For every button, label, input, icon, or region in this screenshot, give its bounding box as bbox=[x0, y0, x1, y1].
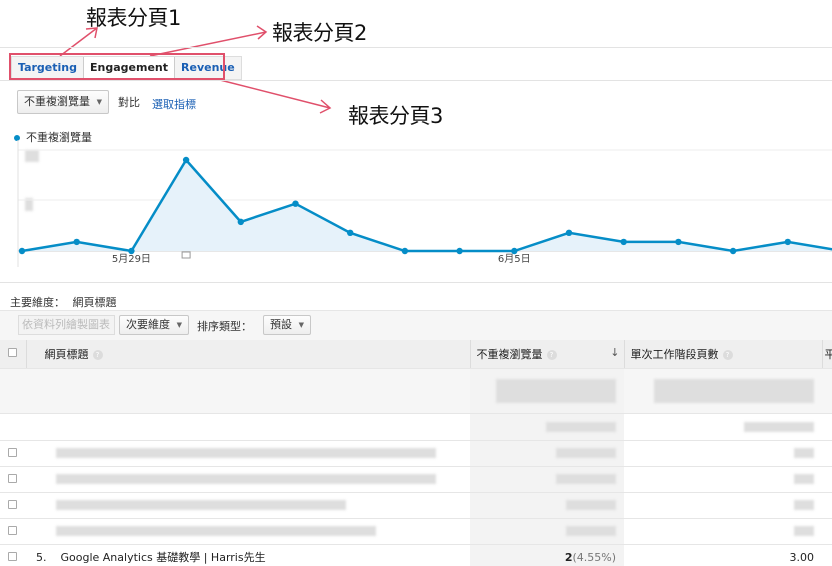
help-icon: ? bbox=[92, 349, 103, 360]
header-page-title[interactable]: 網頁標題? bbox=[26, 340, 471, 369]
table-header-row: 網頁標題? 不重複瀏覽量?↓ 單次工作階段頁數? 平 bbox=[0, 340, 832, 369]
sort-type-select[interactable]: 預設 ▼ bbox=[263, 315, 311, 335]
row-checkbox[interactable] bbox=[8, 447, 17, 457]
data-point-6 bbox=[347, 229, 354, 236]
data-point-13 bbox=[729, 247, 737, 255]
annotation-tab-3: 報表分頁3 bbox=[348, 104, 443, 128]
data-point-0 bbox=[18, 247, 26, 255]
data-point-8 bbox=[456, 247, 463, 255]
secondary-dimension-label: 次要維度 bbox=[126, 318, 170, 331]
annotation-tab-2: 報表分頁2 bbox=[272, 21, 367, 45]
blurred-total bbox=[496, 378, 616, 403]
chevron-down-icon: ▼ bbox=[176, 321, 182, 329]
table-row: 5. Google Analytics 基礎教學 | Harris先生 2(4.5… bbox=[0, 544, 832, 566]
data-point-7 bbox=[401, 247, 409, 255]
table-row bbox=[0, 440, 832, 467]
annotation-marker-icon bbox=[181, 251, 191, 259]
row-checkbox[interactable] bbox=[8, 499, 17, 509]
sort-type-value: 預設 bbox=[270, 318, 292, 331]
blurred-total bbox=[654, 378, 814, 403]
chevron-down-icon: ▼ bbox=[298, 321, 304, 329]
primary-dimension-row: 主要維度： 網頁標題 bbox=[10, 294, 117, 310]
primary-dimension-value[interactable]: 網頁標題 bbox=[73, 296, 117, 309]
row-checkbox[interactable] bbox=[8, 551, 17, 561]
x-tick-label: 5月29日 bbox=[112, 253, 151, 265]
data-table: 網頁標題? 不重複瀏覽量?↓ 單次工作階段頁數? 平 bbox=[0, 340, 832, 566]
line-chart: 5月29日 6月5日 bbox=[17, 140, 832, 267]
compare-label: 對比 bbox=[118, 96, 140, 109]
table-row bbox=[0, 413, 832, 441]
help-icon: ? bbox=[722, 349, 733, 360]
select-metric-link[interactable]: 選取指標 bbox=[152, 96, 196, 112]
select-all-checkbox[interactable] bbox=[8, 348, 17, 358]
arrow-3 bbox=[219, 79, 331, 109]
plot-rows-button[interactable]: 依資料列繪製圖表 bbox=[18, 315, 115, 335]
x-tick-label: 6月5日 bbox=[498, 253, 531, 265]
data-point-4 bbox=[237, 218, 244, 226]
tabs-highlight-box bbox=[9, 53, 225, 80]
annotation-tab-1: 報表分頁1 bbox=[86, 6, 181, 30]
row-checkbox[interactable] bbox=[8, 473, 17, 483]
help-icon: ? bbox=[546, 349, 557, 360]
metric-select[interactable]: 不重複瀏覽量 ▼ bbox=[17, 90, 109, 114]
series-area bbox=[22, 160, 832, 251]
row-index: 5. bbox=[36, 551, 47, 564]
table-row bbox=[0, 492, 832, 519]
sort-desc-arrow-icon: ↓ bbox=[610, 345, 620, 359]
data-point-11 bbox=[620, 238, 627, 246]
header-next-column[interactable]: 平 bbox=[822, 340, 832, 369]
chevron-down-icon: ▼ bbox=[96, 98, 102, 106]
header-unique-pageviews[interactable]: 不重複瀏覽量? ↓ bbox=[470, 340, 625, 369]
table-row bbox=[0, 518, 832, 545]
data-point-3 bbox=[182, 156, 190, 164]
arrow-1 bbox=[59, 27, 98, 57]
data-point-1 bbox=[73, 238, 80, 246]
primary-dimension-label: 主要維度： bbox=[10, 296, 65, 309]
data-point-5 bbox=[292, 200, 299, 207]
data-point-10 bbox=[565, 229, 573, 236]
row-checkbox[interactable] bbox=[8, 525, 17, 535]
row-unique-pageviews-pct: (4.55%) bbox=[572, 550, 616, 564]
data-point-14 bbox=[784, 238, 791, 246]
secondary-dimension-select[interactable]: 次要維度 ▼ bbox=[119, 315, 189, 335]
table-row bbox=[0, 466, 832, 493]
header-pages-per-session[interactable]: 單次工作階段頁數? bbox=[624, 340, 823, 369]
sort-type-label: 排序類型： bbox=[197, 320, 252, 333]
metric-select-value: 不重複瀏覽量 bbox=[24, 95, 90, 108]
table-summary-row bbox=[0, 368, 832, 414]
data-point-12 bbox=[675, 238, 682, 246]
row-pages-per-session: 3.00 bbox=[624, 544, 822, 566]
row-page-title-link[interactable]: Google Analytics 基礎教學 | Harris先生 bbox=[61, 551, 266, 564]
